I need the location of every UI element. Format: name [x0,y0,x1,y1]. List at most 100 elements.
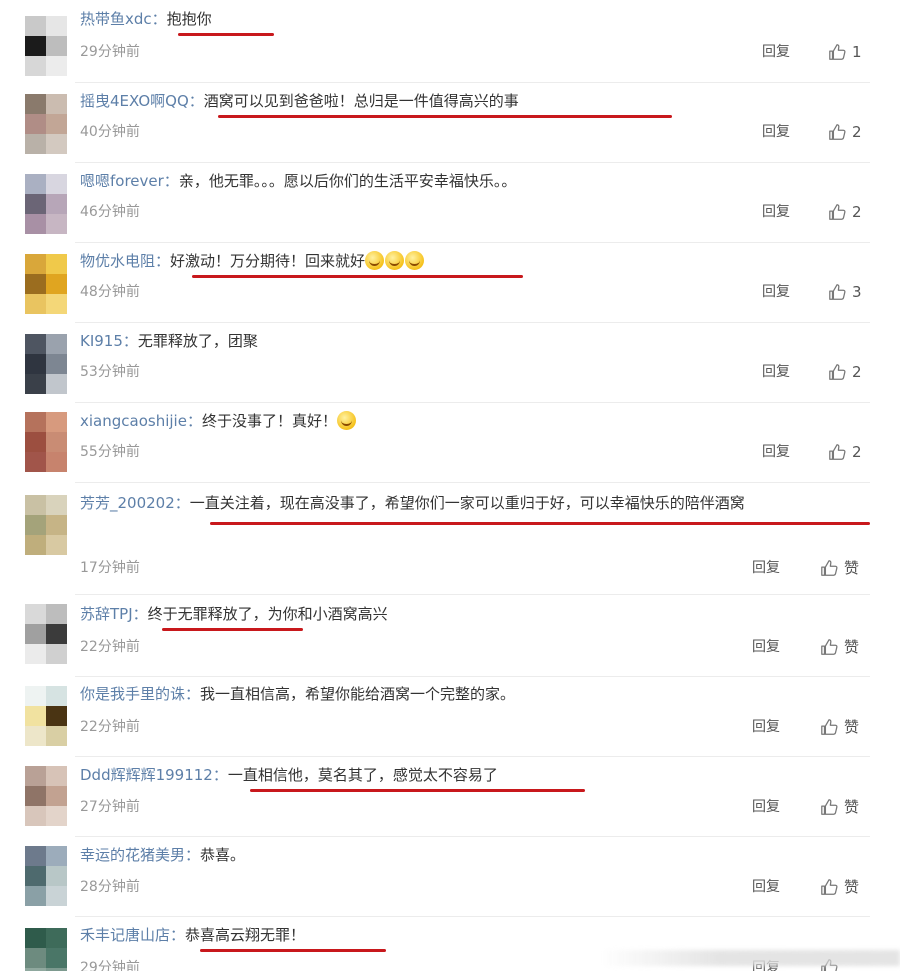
comment-text: KI915：无罪释放了，团聚 [80,330,258,352]
reply-button[interactable]: 回复 [752,797,780,817]
comment-message: 我一直相信高，希望你能给酒窝一个完整的家。 [200,685,516,703]
comment-timestamp: 40分钟前 [80,124,140,140]
comment-username[interactable]: Ddd辉辉辉199112 [80,766,213,784]
comment-timestamp: 22分钟前 [80,639,140,655]
comment-username[interactable]: 苏辞TPJ [80,605,133,623]
thumbs-up-icon [829,124,846,140]
avatar[interactable] [25,174,67,234]
colon-separator: ： [185,685,201,703]
colon-separator: ： [186,412,202,430]
reply-button[interactable]: 回复 [762,282,790,302]
thumbs-up-icon [829,44,846,60]
red-underline-annotation [218,115,672,118]
thumbs-up-icon [829,364,846,380]
reply-button[interactable]: 回复 [752,877,780,897]
like-button[interactable]: 赞 [820,717,859,737]
thumbs-up-icon [821,639,838,655]
comment-username[interactable]: 幸运的花猪美男 [80,846,185,864]
thumbs-up-icon [829,444,846,460]
comment-message: 一直关注着，现在高没事了，希望你们一家可以重归于好，可以幸福快乐的陪伴酒窝 [189,494,745,512]
reply-button[interactable]: 回复 [762,362,790,382]
reply-button[interactable]: 回复 [762,122,790,142]
like-button[interactable]: 赞 [820,797,859,817]
comment-username[interactable]: 芳芳_200202 [80,494,175,512]
comment-divider [75,676,870,677]
comment-divider [75,594,870,595]
colon-separator: ： [174,494,190,512]
red-underline-annotation [192,275,523,278]
comment-divider [75,916,870,917]
comment-username[interactable]: 你是我手里的诛 [80,685,185,703]
reply-button[interactable]: 回复 [762,202,790,222]
like-button[interactable]: 2 [828,362,862,382]
comment-text: 你是我手里的诛：我一直相信高，希望你能给酒窝一个完整的家。 [80,683,515,705]
watermark-blur [600,950,900,966]
like-count: 3 [852,283,862,301]
avatar[interactable] [25,604,67,664]
like-button[interactable]: 1 [828,42,862,62]
avatar[interactable] [25,928,67,971]
comment-message: 亲，他无罪。。。愿以后你们的生活平安幸福快乐。。 [178,172,517,190]
comment-message: 终于无罪释放了，为你和小酒窝高兴 [147,605,388,623]
like-button[interactable]: 赞 [820,558,859,578]
reply-button[interactable]: 回复 [762,42,790,62]
red-underline-annotation [210,522,870,525]
comment-username[interactable]: 物优水电阻 [80,252,155,270]
comment-timestamp: 29分钟前 [80,960,140,971]
comment-divider [75,82,870,83]
reply-button[interactable]: 回复 [752,717,780,737]
like-button[interactable]: 赞 [820,637,859,657]
comment-list: 热带鱼xdc：抱抱你 29分钟前 回复 1 摇曳4EXO啊QQ：酒窝可以见到爸爸啦！总归… [0,0,900,971]
comment-text: 幸运的花猪美男：恭喜。 [80,844,245,866]
comment-message: 抱抱你 [166,10,212,28]
like-button[interactable]: 3 [828,282,862,302]
comment-username[interactable]: xiangcaoshijie [80,412,187,430]
comment-username[interactable]: 热带鱼xdc [80,10,152,28]
comment-text: 嗯嗯forever：亲，他无罪。。。愿以后你们的生活平安幸福快乐。。 [80,170,516,192]
colon-separator: ： [212,766,228,784]
avatar[interactable] [25,254,67,314]
colon-separator: ： [122,332,138,350]
avatar[interactable] [25,94,67,154]
comment-username[interactable]: 禾丰记唐山店 [80,926,170,944]
thumbs-up-icon [821,560,838,576]
red-underline-annotation [200,949,386,952]
avatar[interactable] [25,686,67,746]
avatar[interactable] [25,766,67,826]
like-count: 赞 [844,718,860,736]
like-button[interactable]: 2 [828,442,862,462]
avatar[interactable] [25,334,67,394]
reply-button[interactable]: 回复 [752,558,780,578]
reply-button[interactable]: 回复 [752,637,780,657]
thumbs-up-icon [821,719,838,735]
avatar[interactable] [25,412,67,472]
reply-button[interactable]: 回复 [762,442,790,462]
comment-divider [75,162,870,163]
thumbs-up-icon [821,799,838,815]
comment-message: 终于没事了！真好！ [201,412,337,430]
emoji-icon [405,251,425,270]
comment-text: Ddd辉辉辉199112：一直相信他，莫名其了，感觉太不容易了 [80,764,498,786]
like-button[interactable]: 赞 [820,877,859,897]
comment-timestamp: 17分钟前 [80,560,140,576]
colon-separator: ： [185,846,201,864]
comment-text: 物优水电阻：好激动！万分期待！回来就好 [80,250,425,272]
comment-username[interactable]: KI915 [80,332,123,350]
comment-divider [75,756,870,757]
avatar[interactable] [25,846,67,906]
colon-separator: ： [151,10,167,28]
like-button[interactable]: 2 [828,122,862,142]
colon-separator: ： [163,172,179,190]
comment-username[interactable]: 嗯嗯forever [80,172,164,190]
colon-separator: ： [188,92,204,110]
comment-timestamp: 53分钟前 [80,364,140,380]
avatar[interactable] [25,16,67,76]
comment-message: 酒窝可以见到爸爸啦！总归是一件值得高兴的事 [203,92,519,110]
comment-divider [75,482,870,483]
like-button[interactable]: 2 [828,202,862,222]
avatar[interactable] [25,495,67,555]
comment-timestamp: 29分钟前 [80,44,140,60]
comment-username[interactable]: 摇曳4EXO啊QQ [80,92,189,110]
comment-timestamp: 48分钟前 [80,284,140,300]
comment-divider [75,836,870,837]
